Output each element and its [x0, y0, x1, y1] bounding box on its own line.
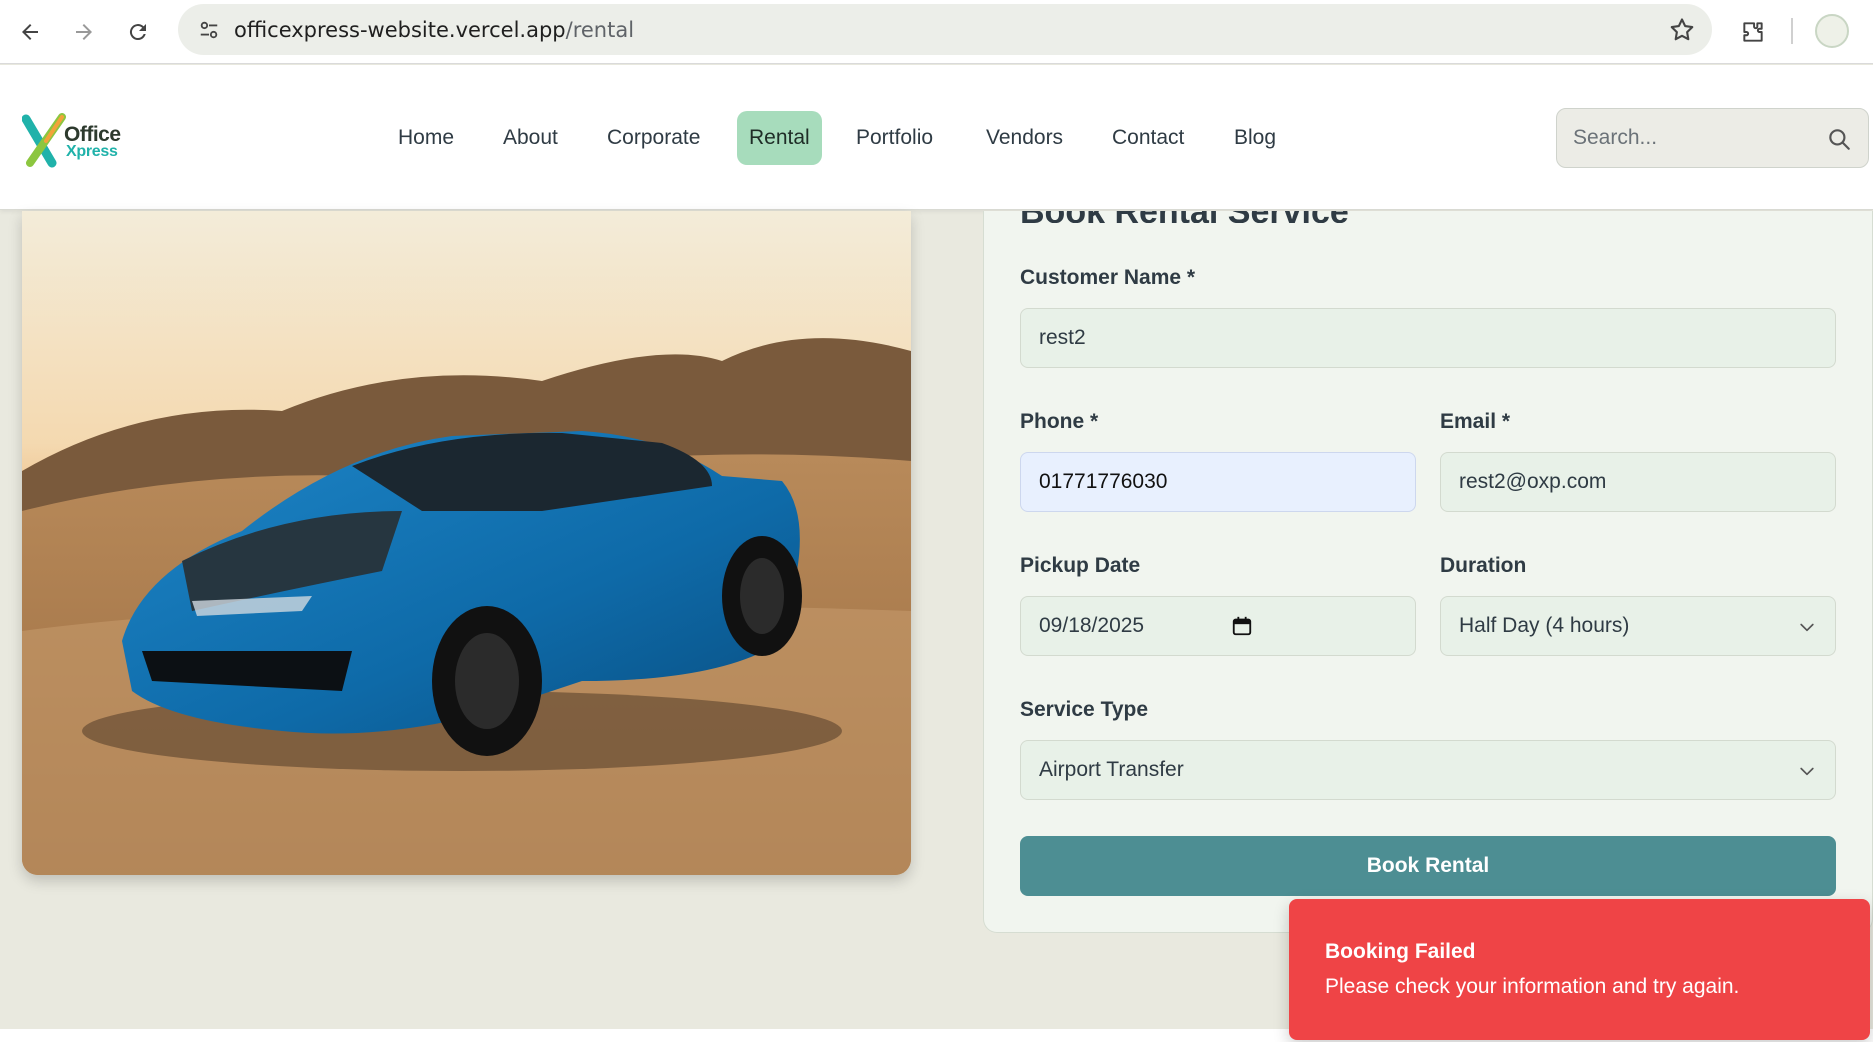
url-text[interactable]: officexpress-website.vercel.app/rental: [234, 18, 634, 42]
duration-label: Duration: [1440, 554, 1527, 577]
site-search[interactable]: [1556, 108, 1869, 168]
nav-about[interactable]: About: [491, 111, 570, 165]
car-photo: [22, 211, 911, 875]
logo-text-xpress: Xpress: [66, 143, 118, 160]
site-logo[interactable]: Office Xpress: [22, 113, 122, 169]
nav-contact[interactable]: Contact: [1100, 111, 1196, 165]
toolbar-separator: [1791, 18, 1793, 44]
email-label: Email *: [1440, 410, 1511, 433]
chevron-down-icon: [1800, 767, 1814, 776]
nav-portfolio[interactable]: Portfolio: [844, 111, 945, 165]
nav-blog[interactable]: Blog: [1222, 111, 1288, 165]
error-toast[interactable]: Booking Failed Please check your informa…: [1289, 899, 1870, 1040]
puzzle-icon: [1743, 22, 1763, 42]
service-type-value: Airport Transfer: [1039, 758, 1184, 781]
browser-toolbar: officexpress-website.vercel.app/rental: [0, 0, 1873, 64]
reload-icon: [129, 24, 146, 41]
duration-select[interactable]: Half Day (4 hours): [1440, 596, 1836, 656]
pickup-date-label: Pickup Date: [1020, 554, 1141, 577]
booking-form: Book Rental Service Customer Name * rest…: [983, 211, 1873, 933]
pickup-date-input[interactable]: 09/18/2025: [1020, 596, 1416, 656]
bookmark-star-icon[interactable]: [1668, 16, 1696, 44]
search-input[interactable]: [1573, 123, 1813, 153]
extensions-button[interactable]: [1733, 12, 1773, 52]
back-button[interactable]: [10, 12, 50, 52]
tune-icon: [200, 21, 218, 39]
profile-avatar[interactable]: [1815, 14, 1849, 48]
nav-home[interactable]: Home: [386, 111, 466, 165]
forward-arrow-icon: [76, 24, 92, 40]
pickup-date-value: 09/18/2025: [1039, 614, 1145, 637]
reload-button[interactable]: [118, 12, 158, 52]
search-icon[interactable]: [1826, 126, 1852, 152]
toast-message: Please check your information and try ag…: [1325, 975, 1740, 998]
email-input[interactable]: rest2@oxp.com: [1440, 452, 1836, 512]
chevron-down-icon: [1800, 623, 1814, 632]
service-type-label: Service Type: [1020, 698, 1149, 721]
customer-name-input[interactable]: rest2: [1020, 308, 1836, 368]
book-rental-button[interactable]: Book Rental: [1020, 836, 1836, 896]
customer-name-label: Customer Name *: [1020, 266, 1196, 289]
url-path: /rental: [565, 18, 635, 42]
phone-label: Phone *: [1020, 410, 1099, 433]
phone-input[interactable]: 01771776030: [1020, 452, 1416, 512]
form-heading: Book Rental Service: [1020, 211, 1349, 223]
nav-rental[interactable]: Rental: [737, 111, 822, 165]
service-type-select[interactable]: Airport Transfer: [1020, 740, 1836, 800]
nav-corporate[interactable]: Corporate: [595, 111, 712, 165]
calendar-icon[interactable]: [1231, 615, 1253, 637]
site-info-button[interactable]: [192, 13, 226, 47]
nav-vendors[interactable]: Vendors: [974, 111, 1075, 165]
duration-value: Half Day (4 hours): [1459, 614, 1630, 637]
address-bar[interactable]: officexpress-website.vercel.app/rental: [178, 4, 1712, 55]
site-header: Office Xpress Home About Corporate Renta…: [0, 65, 1873, 210]
toast-title: Booking Failed: [1325, 940, 1476, 963]
form-heading-wrapper: Book Rental Service: [984, 211, 1873, 225]
back-arrow-icon: [22, 24, 38, 40]
url-host: officexpress-website.vercel.app: [234, 18, 566, 42]
rental-car-image: [22, 211, 911, 875]
forward-button[interactable]: [64, 12, 104, 52]
